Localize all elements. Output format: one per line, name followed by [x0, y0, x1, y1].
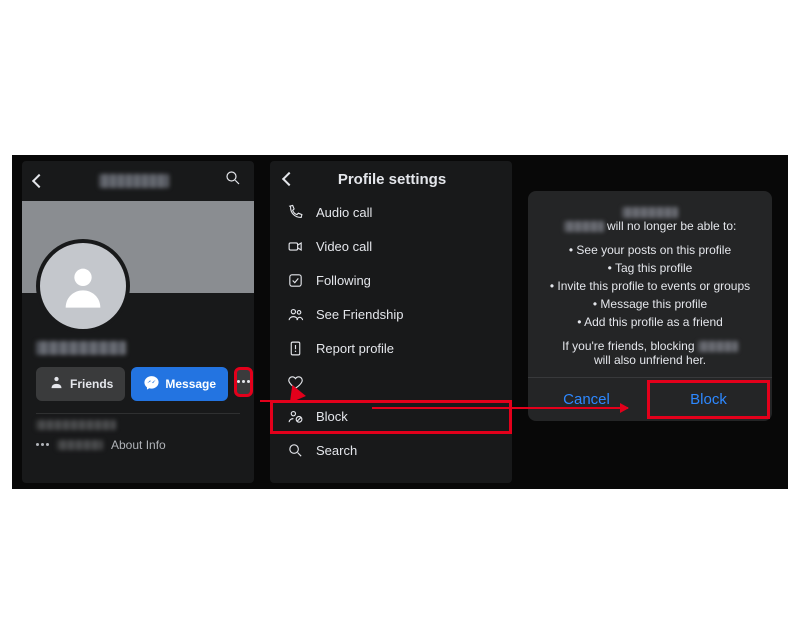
menu-label: Report profile	[316, 341, 394, 356]
message-label: Message	[165, 377, 216, 391]
subtext-redacted	[36, 420, 116, 430]
friends-button[interactable]: Friends	[36, 367, 125, 401]
back-icon[interactable]	[282, 172, 296, 186]
avatar	[36, 239, 130, 333]
profile-settings-panel: Profile settings Audio call Video call F…	[270, 161, 512, 483]
dialog-footer-line: If you're friends, blocking will also un…	[540, 339, 760, 367]
settings-title: Profile settings	[304, 171, 480, 188]
menu-video-call[interactable]: Video call	[270, 230, 512, 264]
list-item: See your posts on this profile	[569, 243, 731, 257]
menu-favorite[interactable]	[270, 366, 512, 400]
profile-name-redacted-2	[36, 341, 126, 355]
back-icon[interactable]	[32, 173, 46, 187]
about-info-label: About Info	[111, 438, 166, 452]
annotation-arrow	[260, 400, 294, 402]
block-person-icon	[286, 408, 304, 426]
menu-block[interactable]: Block	[270, 400, 512, 434]
friends-label: Friends	[70, 377, 113, 391]
divider	[36, 413, 240, 414]
video-icon	[286, 238, 304, 256]
list-item: Add this profile as a friend	[577, 315, 723, 329]
cancel-button[interactable]: Cancel	[528, 378, 645, 421]
person-icon	[48, 374, 65, 394]
message-button[interactable]: Message	[131, 367, 228, 401]
menu-see-friendship[interactable]: See Friendship	[270, 298, 512, 332]
list-item: Invite this profile to events or groups	[550, 279, 750, 293]
menu-report-profile[interactable]: Report profile	[270, 332, 512, 366]
menu-label: Video call	[316, 239, 372, 254]
block-confirm-dialog: will no longer be able to: See your post…	[528, 191, 772, 421]
people-icon	[286, 306, 304, 324]
name-redacted	[564, 221, 604, 232]
ellipsis-icon	[36, 443, 49, 446]
menu-label: See Friendship	[316, 307, 403, 322]
messenger-icon	[143, 374, 160, 394]
annotation-arrow	[372, 407, 628, 409]
report-icon	[286, 340, 304, 358]
more-options-button[interactable]	[234, 367, 253, 397]
profile-name-redacted	[99, 174, 169, 188]
name-redacted	[622, 207, 678, 218]
menu-search[interactable]: Search	[270, 434, 512, 468]
about-redacted	[57, 440, 103, 450]
menu-audio-call[interactable]: Audio call	[270, 196, 512, 230]
dialog-text: will no longer be able to:	[607, 219, 736, 233]
menu-label: Following	[316, 273, 371, 288]
magnifier-icon	[286, 442, 304, 460]
tutorial-frame: Friends Message About Info Profile setti…	[12, 155, 788, 489]
profile-panel: Friends Message About Info	[22, 161, 254, 483]
dialog-text: If you're friends, blocking	[562, 339, 698, 353]
menu-label: Audio call	[316, 205, 372, 220]
about-row[interactable]: About Info	[22, 430, 254, 460]
ellipsis-icon	[237, 380, 250, 383]
menu-label: Search	[316, 443, 357, 458]
menu-following[interactable]: Following	[270, 264, 512, 298]
phone-icon	[286, 204, 304, 222]
menu-label: Block	[316, 409, 348, 424]
dialog-text: will also unfriend her.	[594, 353, 706, 367]
block-consequences-list: See your posts on this profile Tag this …	[540, 243, 760, 329]
list-item: Tag this profile	[608, 261, 693, 275]
block-button[interactable]: Block	[647, 380, 770, 419]
search-icon[interactable]	[224, 169, 242, 192]
dialog-header-line: will no longer be able to:	[540, 205, 760, 233]
list-item: Message this profile	[593, 297, 707, 311]
check-box-icon	[286, 272, 304, 290]
name-redacted	[698, 341, 738, 352]
